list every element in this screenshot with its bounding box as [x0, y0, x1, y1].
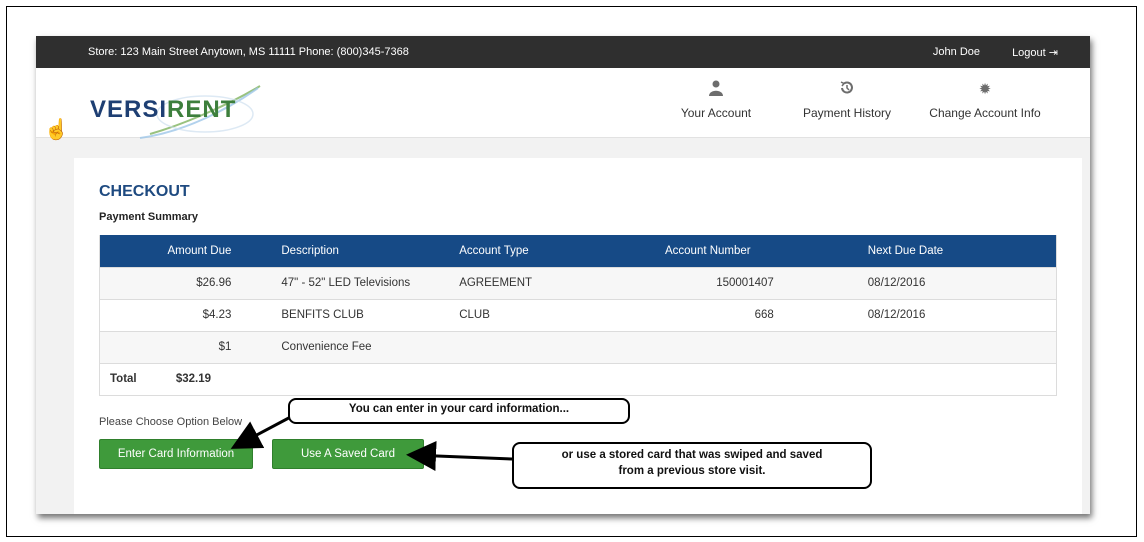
enter-card-information-button[interactable]: Enter Card Information [99, 439, 253, 469]
cell-next-due [795, 330, 1057, 363]
top-bar: Store: 123 Main Street Anytown, MS 11111… [36, 36, 1090, 68]
logout-label: Logout [1012, 47, 1046, 59]
site-header: VERSIRENT Your Account Payment History ✹… [36, 68, 1090, 139]
payment-summary-table: Amount Due Description Account Type Acco… [99, 235, 1057, 396]
total-row: Total $32.19 [99, 362, 1057, 396]
page-title: CHECKOUT [99, 183, 190, 200]
column-header: Next Due Date [795, 235, 1057, 267]
store-info: Store: 123 Main Street Anytown, MS 11111… [88, 46, 409, 58]
user-icon [670, 80, 762, 98]
cell-account-type [431, 330, 623, 363]
total-label-cell: Total $32.19 [99, 362, 242, 396]
table-row: $1 Convenience Fee [99, 330, 1057, 363]
total-label: Total [110, 373, 137, 385]
nav-change-account-info-label: Change Account Info [929, 106, 1041, 120]
logo-text: VERSIRENT [90, 96, 237, 123]
gear-icon: ✹ [978, 81, 992, 98]
callout-enter-card-text: You can enter in your card information..… [348, 403, 570, 415]
table-row: $4.23 BENFITS CLUB CLUB 668 08/12/2016 [99, 298, 1057, 331]
logout-icon: ⇥ [1048, 47, 1058, 59]
cell-next-due: 08/12/2016 [795, 298, 1057, 331]
logout-link[interactable]: Logout ⇥ [1012, 46, 1058, 59]
choose-option-text: Please Choose Option Below [99, 416, 243, 428]
user-name-link[interactable]: John Doe [933, 46, 980, 58]
column-header: Amount Due [99, 235, 242, 267]
column-header: Description [241, 235, 432, 267]
versirent-logo[interactable]: VERSIRENT [90, 82, 320, 142]
cell-account-type: AGREEMENT [431, 266, 623, 299]
cell-description: 47" - 52" LED Televisions [241, 266, 432, 299]
column-header: Account Number [622, 235, 796, 267]
history-icon [792, 80, 902, 98]
hand-cursor-icon: ☝ [44, 119, 69, 141]
cell-amount: $4.23 [99, 298, 242, 331]
cell-amount: $1 [99, 330, 242, 363]
table-row: $26.96 47" - 52" LED Televisions AGREEME… [99, 266, 1057, 299]
nav-your-account[interactable]: Your Account [670, 80, 762, 120]
cell-description: BENFITS CLUB [241, 298, 432, 331]
cell-account-number: 668 [622, 298, 796, 331]
callout-saved-card: or use a stored card that was swiped and… [512, 442, 872, 489]
callout-saved-card-line1: or use a stored card that was swiped and… [561, 449, 823, 461]
table-header-row: Amount Due Description Account Type Acco… [99, 235, 1057, 267]
callout-saved-card-line2: from a previous store visit. [618, 465, 766, 477]
cell-amount: $26.96 [99, 266, 242, 299]
cell-account-number: 150001407 [622, 266, 796, 299]
nav-your-account-label: Your Account [680, 106, 752, 120]
nav-payment-history[interactable]: Payment History [792, 80, 902, 120]
cell-account-number [622, 330, 796, 363]
cell-account-type: CLUB [431, 298, 623, 331]
total-value: $32.19 [175, 373, 212, 385]
cell-next-due: 08/12/2016 [795, 266, 1057, 299]
payment-summary-heading: Payment Summary [99, 211, 199, 223]
nav-payment-history-label: Payment History [802, 106, 892, 120]
callout-enter-card: You can enter in your card information..… [288, 398, 630, 424]
column-header: Account Type [431, 235, 623, 267]
use-saved-card-button[interactable]: Use A Saved Card [272, 439, 424, 469]
cell-description: Convenience Fee [241, 330, 432, 363]
nav-change-account-info[interactable]: ✹ Change Account Info [920, 80, 1050, 120]
